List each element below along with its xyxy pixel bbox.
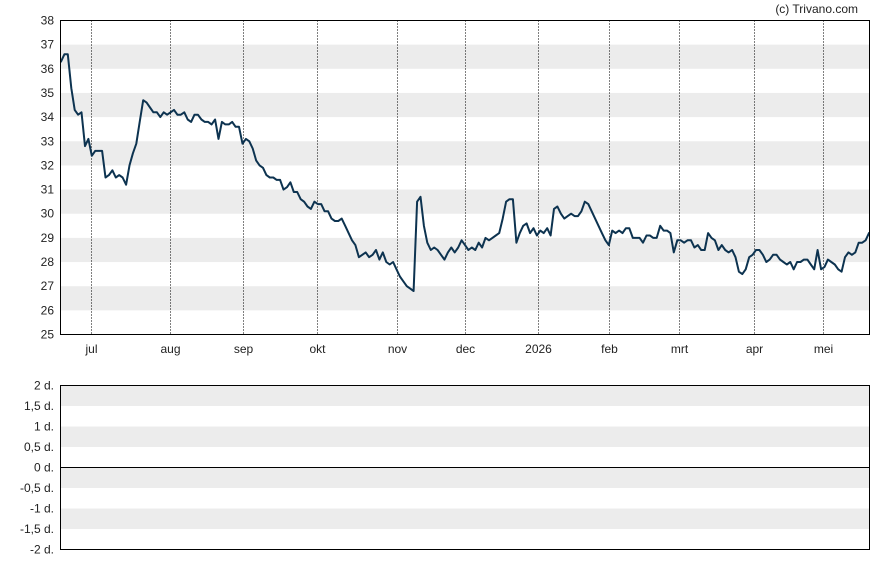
bottom-chart-y-axis: 2 d. 1,5 d. 1 d. 0,5 d. 0 d. -0,5 d. -1 d. -1,5… <box>20 379 54 557</box>
y-tick-label: 31 <box>41 183 55 197</box>
x-tick-label: jul <box>84 342 97 356</box>
y-tick-label: 33 <box>41 134 55 148</box>
x-tick-label: dec <box>456 342 475 356</box>
y-tick-label: 1,5 d. <box>24 399 54 413</box>
bottom-chart-band <box>60 385 870 406</box>
y-tick-label: -0,5 d. <box>20 481 54 495</box>
y-tick-label: 32 <box>41 158 55 172</box>
top-chart-band <box>60 286 870 311</box>
y-tick-label: 30 <box>41 207 55 221</box>
y-tick-label: 34 <box>41 110 55 124</box>
bottom-chart-band <box>60 508 870 529</box>
top-chart-y-axis: 25 26 27 28 29 30 31 32 33 34 35 36 37 38 <box>41 14 55 342</box>
x-tick-label: 2026 <box>525 342 552 356</box>
x-tick-label: feb <box>601 342 618 356</box>
bottom-chart-band <box>60 426 870 447</box>
y-tick-label: 36 <box>41 62 55 76</box>
y-tick-label: -1,5 d. <box>20 522 54 536</box>
x-tick-label: mei <box>814 342 833 356</box>
y-tick-label: 1 d. <box>34 420 54 434</box>
y-tick-label: 29 <box>41 231 55 245</box>
y-tick-label: 2 d. <box>34 379 54 393</box>
bottom-chart-bands <box>60 385 870 529</box>
x-tick-label: nov <box>388 342 407 356</box>
y-tick-label: 28 <box>41 255 55 269</box>
bottom-chart-band <box>60 467 870 488</box>
copyright-text: (c) Trivano.com <box>775 2 858 16</box>
x-tick-label: aug <box>160 342 180 356</box>
top-chart-x-axis: jul aug sep okt nov dec 2026 feb mrt apr mei <box>84 342 833 356</box>
y-tick-label: 38 <box>41 14 55 28</box>
x-tick-label: apr <box>746 342 763 356</box>
y-tick-label: 26 <box>41 303 55 317</box>
y-tick-label: -1 d. <box>30 502 54 516</box>
y-tick-label: 25 <box>41 328 55 342</box>
y-tick-label: -2 d. <box>30 543 54 557</box>
y-tick-label: 27 <box>41 279 55 293</box>
x-tick-label: okt <box>309 342 326 356</box>
x-tick-label: mrt <box>671 342 689 356</box>
y-tick-label: 0,5 d. <box>24 440 54 454</box>
y-tick-label: 0 d. <box>34 461 54 475</box>
y-tick-label: 37 <box>41 38 55 52</box>
x-tick-label: sep <box>234 342 254 356</box>
chart-canvas: 25 26 27 28 29 30 31 32 33 34 35 36 37 38 jul aug sep ok… <box>20 2 870 557</box>
y-tick-label: 35 <box>41 86 55 100</box>
